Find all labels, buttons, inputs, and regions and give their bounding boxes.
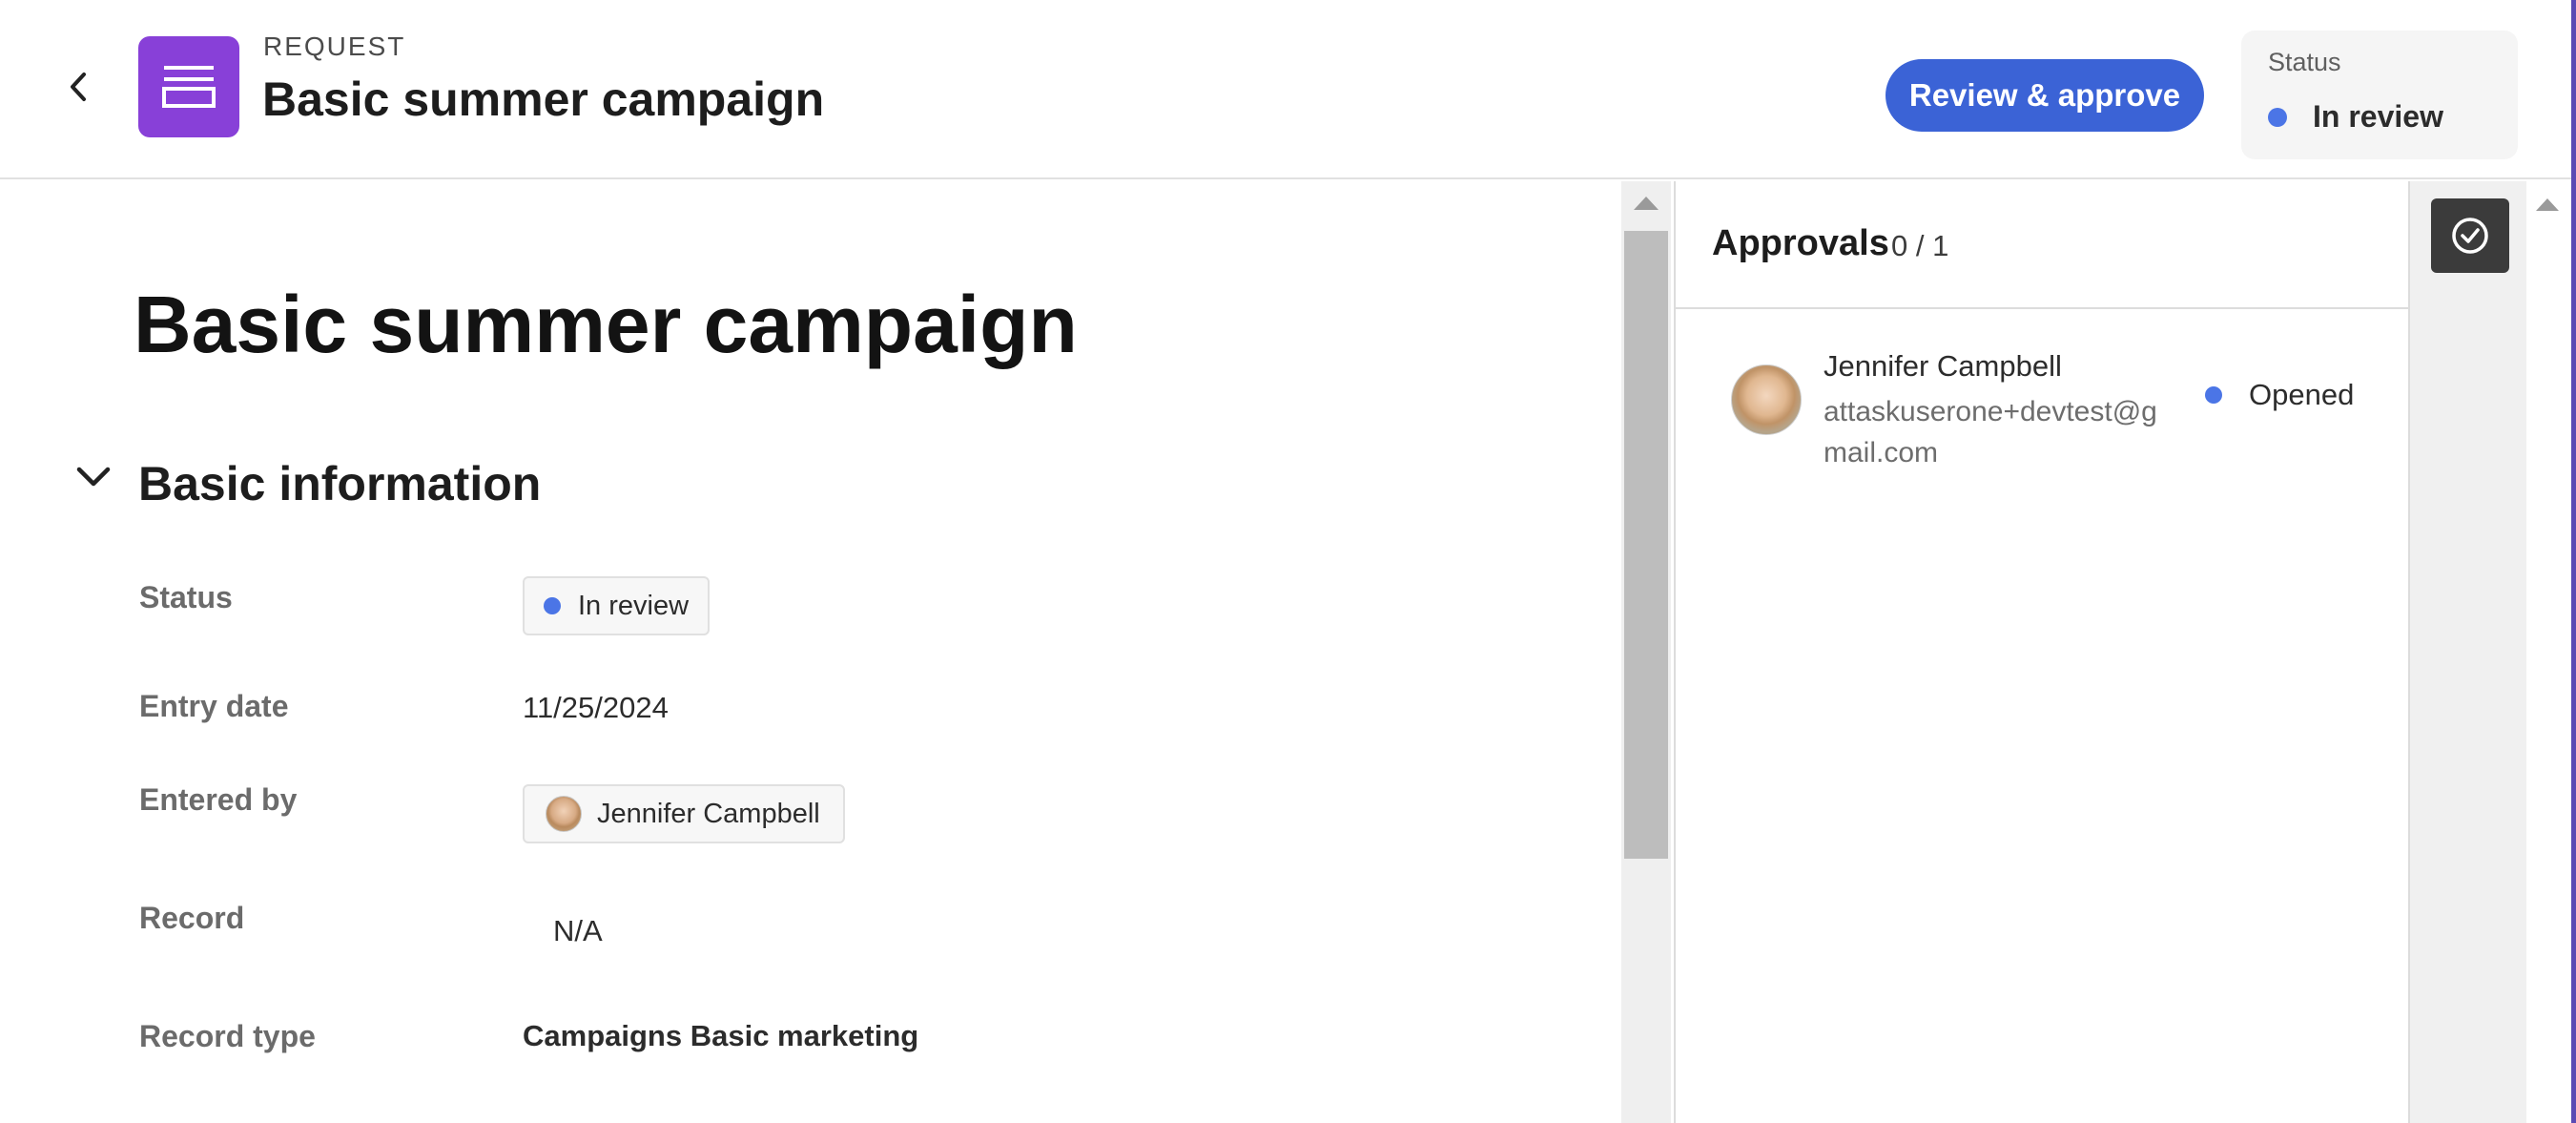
approver-status-text: Opened [2249,378,2355,411]
main-scrollbar[interactable] [1621,181,1671,1123]
chevron-left-icon [71,73,86,101]
rail-scrollbar[interactable] [2526,181,2570,1123]
status-badge[interactable]: In review [523,576,711,635]
status-dot-icon [2205,386,2222,404]
field-value-entry-date: 11/25/2024 [523,691,669,724]
status-card-label: Status [2268,48,2341,76]
entered-by-name: Jennifer Campbell [597,798,820,829]
header-eyebrow: REQUEST [263,31,406,61]
approvals-panel: Approvals 0 / 1 Jennifer Campbell attask… [1674,181,2410,1123]
chevron-down-icon [76,467,111,487]
approver-status: Opened [2205,378,2354,412]
request-form-icon [138,36,239,137]
header-title: Basic summer campaign [262,73,825,126]
approvals-rail-button[interactable] [2431,198,2509,273]
page-title: Basic summer campaign [134,280,1078,369]
back-button[interactable] [55,59,101,114]
page-header: REQUEST Basic summer campaign Review & a… [0,0,2576,179]
status-dot-icon [2268,107,2287,127]
status-card-value-text: In review [2313,99,2443,134]
field-label-entry-date: Entry date [139,689,289,723]
approvals-count: 0 / 1 [1891,229,1949,262]
status-badge-text: In review [578,590,690,621]
scroll-up-arrow-icon[interactable] [1634,197,1659,210]
review-approve-button[interactable]: Review & approve [1886,59,2204,132]
right-rail [2410,181,2526,1123]
approvals-title: Approvals [1712,223,1889,263]
field-label-status: Status [139,580,233,614]
main-content: Basic summer campaign Basic information … [0,181,1621,1123]
approver-email: attaskuserone+devtest@gmail.com [1824,396,2157,468]
approvals-header: Approvals 0 / 1 [1676,181,2408,309]
avatar [1731,364,1802,435]
field-value-record-type: Campaigns Basic marketing [523,1019,919,1052]
section-title: Basic information [138,457,542,510]
field-label-record: Record [139,901,245,935]
section-collapse-toggle[interactable] [69,458,118,496]
approval-check-icon [2452,218,2488,254]
approver-name: Jennifer Campbell [1824,349,2062,383]
scroll-thumb[interactable] [1624,231,1668,859]
window-edge-accent [2571,0,2576,1123]
field-value-record: N/A [553,914,603,947]
status-card: Status In review [2241,31,2518,159]
status-card-value: In review [2268,99,2443,135]
status-dot-icon [544,597,561,614]
entered-by-user-pill[interactable]: Jennifer Campbell [523,784,845,843]
avatar [546,796,582,832]
field-label-record-type: Record type [139,1019,316,1053]
scroll-up-arrow-icon[interactable] [2536,198,2559,211]
field-label-entered-by: Entered by [139,782,298,817]
approver-list-item[interactable]: Jennifer Campbell attaskuserone+devtest@… [1676,309,2408,481]
